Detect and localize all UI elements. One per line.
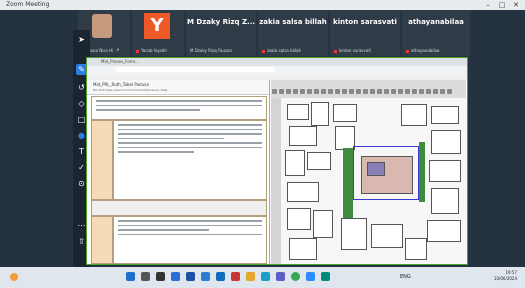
site-plan-canvas[interactable] <box>281 98 466 264</box>
clock-date: 10/06/2024 <box>493 276 517 281</box>
participant-tile[interactable]: athayanabilaa athayanabilaa <box>402 10 470 56</box>
chrome-icon[interactable] <box>291 272 300 281</box>
zoom-icon[interactable] <box>306 272 315 281</box>
participant-name: zakia salsa billah <box>262 48 301 53</box>
sketchup-toolbar[interactable] <box>271 80 466 98</box>
sketchup-side-tools[interactable] <box>271 98 281 264</box>
participant-tile[interactable]: zakia salsa billah zakia salsa billah <box>258 10 328 56</box>
participant-tile[interactable]: M Dzaky Rizq Z... M Dzaky Rizq Fauzan <box>186 10 256 56</box>
participant-name: kinton sarasvati <box>334 48 371 53</box>
table-row <box>91 96 267 120</box>
window-title: Zoom Meeting <box>6 1 50 8</box>
windows-taskbar: ENG 19:57 10/06/2024 <box>0 267 525 288</box>
table-row <box>113 120 267 200</box>
participant-name: Yacob Isyadir <box>136 48 167 53</box>
participant-tile[interactable]: Y Yacob Isyadir <box>132 10 184 56</box>
selection-highlight <box>353 146 419 200</box>
table-row <box>113 216 267 264</box>
windows-icon[interactable] <box>126 272 135 281</box>
table-row <box>91 200 267 216</box>
participant-photo <box>92 14 112 38</box>
folder-icon[interactable] <box>246 272 255 281</box>
store-icon[interactable] <box>201 272 210 281</box>
mic-muted-icon <box>334 49 337 53</box>
teams-icon[interactable] <box>276 272 285 281</box>
pointer-icon[interactable]: ➤ <box>76 34 87 45</box>
participant-avatar-letter: Y <box>144 13 170 39</box>
participant-name: M Dzaky Rizq Fauzan <box>190 48 232 53</box>
meet-icon[interactable] <box>321 272 330 281</box>
window-titlebar: Zoom Meeting – □ ✕ <box>0 0 525 10</box>
clock[interactable]: 19:57 10/06/2024 <box>494 270 517 282</box>
table-cell-label <box>91 120 113 200</box>
participant-display-name: athayanabilaa <box>408 18 464 26</box>
participant-strip: Farhana Nisa Hi 🎤 Y Yacob Isyadir M Dzak… <box>78 10 470 56</box>
shared-screen-browser: Mid_Proses_Form... Mid_PRL_Ruth_Tabel Pa… <box>86 57 468 265</box>
chat-icon[interactable] <box>231 272 240 281</box>
minimize-button[interactable]: – <box>481 0 495 10</box>
maximize-button[interactable]: □ <box>495 0 509 10</box>
word-icon[interactable] <box>186 272 195 281</box>
system-tray[interactable]: ENG <box>400 274 411 280</box>
document-menu[interactable]: File Edit View Insert Format Tools Exten… <box>93 88 167 92</box>
participant-tile[interactable]: kinton sarasvati kinton sarasvati <box>330 10 400 56</box>
mail-icon[interactable] <box>216 272 225 281</box>
mic-muted-icon <box>262 49 265 53</box>
participant-display-name: M Dzaky Rizq Z... <box>186 18 256 26</box>
mic-muted-icon <box>136 49 139 53</box>
document-title: Mid_PRL_Ruth_Tabel Paduan <box>93 82 150 87</box>
sketchup-pane <box>271 80 466 264</box>
close-button[interactable]: ✕ <box>509 0 523 10</box>
files-icon[interactable] <box>171 272 180 281</box>
taskview-icon[interactable] <box>156 272 165 281</box>
table-cell-label <box>91 216 113 264</box>
browser-urlbar <box>87 66 467 74</box>
participant-name: athayanabilaa <box>406 48 439 53</box>
edge-icon[interactable] <box>261 272 270 281</box>
address-input[interactable] <box>115 67 275 72</box>
mic-muted-icon <box>406 49 409 53</box>
search-icon[interactable] <box>141 272 150 281</box>
document-table <box>91 96 267 264</box>
participant-display-name: kinton sarasvati <box>333 18 397 26</box>
weather-icon[interactable] <box>10 273 18 281</box>
browser-tabbar: Mid_Proses_Form... <box>87 58 467 66</box>
document-pane: Mid_PRL_Ruth_Tabel Paduan File Edit View… <box>87 80 270 264</box>
browser-tab[interactable]: Mid_Proses_Form... <box>101 59 139 64</box>
document-header: Mid_PRL_Ruth_Tabel Paduan File Edit View… <box>87 80 269 95</box>
participant-display-name: zakia salsa billah <box>259 18 327 26</box>
